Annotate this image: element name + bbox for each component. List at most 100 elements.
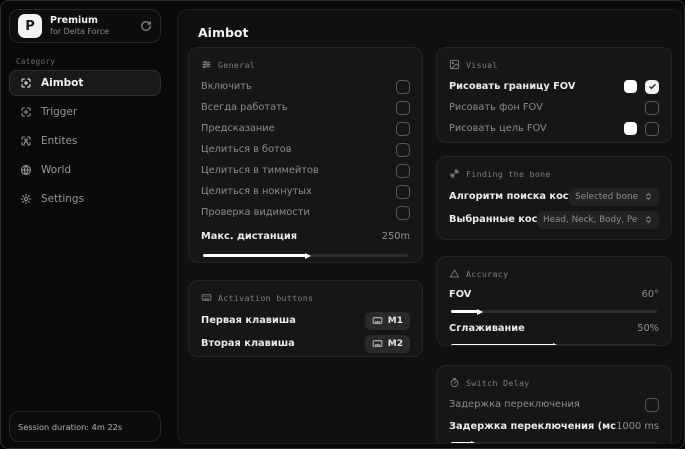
bone-algorithm-select[interactable]: Selected bone — [569, 187, 659, 206]
slider-value: 1000 ms — [616, 420, 659, 432]
slider-fill — [451, 310, 478, 313]
setting-controls — [645, 100, 659, 115]
main-panel: Aimbot General Включить Всегда работать — [177, 9, 682, 444]
prediction-checkbox[interactable] — [396, 121, 410, 136]
setting-row: Проверка видимости — [201, 202, 410, 223]
draw-fov-target-checkbox[interactable] — [645, 121, 659, 136]
section-title: Switch Delay — [466, 377, 530, 388]
setting-label: Целиться в нокнутых — [201, 186, 312, 197]
right-column: Visual Рисовать границу FOV Рисовать фон… — [436, 47, 672, 443]
draw-fov-background-checkbox[interactable] — [645, 100, 659, 115]
sidebar-item-aimbot[interactable]: Aimbot — [9, 70, 161, 96]
smoothing-slider[interactable] — [451, 344, 657, 345]
slider-fill — [451, 344, 554, 345]
brand-title: Premium — [50, 14, 98, 26]
section-title: Accuracy — [466, 268, 509, 279]
unfold-icon — [644, 192, 653, 201]
slider-value: 250m — [381, 231, 410, 242]
setting-label: Задержка переключения — [449, 399, 580, 410]
image-icon — [449, 59, 460, 70]
setting-label: Рисовать границу FOV — [449, 81, 576, 92]
sidebar-item-trigger[interactable]: Trigger — [9, 99, 161, 125]
section-title: Visual — [466, 59, 498, 70]
key-value: M1 — [387, 315, 403, 326]
sidebar-item-label: Settings — [41, 193, 85, 205]
session-duration-card: Session duration: 4m 22s — [9, 411, 161, 442]
setting-controls — [624, 121, 659, 136]
session-duration-text: Session duration: 4m 22s — [18, 421, 123, 432]
setting-row: Целиться в нокнутых — [201, 181, 410, 202]
sidebar-item-settings[interactable]: Settings — [9, 186, 161, 212]
sidebar-item-entites[interactable]: Entites — [9, 128, 161, 154]
max-distance-slider[interactable] — [203, 254, 408, 257]
activation-section-header: Activation buttons — [201, 292, 410, 303]
category-label: Category — [16, 57, 56, 66]
setting-row: Целиться в тиммейтов — [201, 160, 410, 181]
target-teammates-checkbox[interactable] — [396, 163, 410, 178]
sidebar-item-label: World — [41, 164, 72, 176]
switch-delay-checkbox[interactable] — [645, 397, 659, 412]
setting-row: Рисовать цель FOV — [449, 118, 659, 139]
switch-delay-card: Switch Delay Задержка переключения Задер… — [436, 365, 672, 443]
stopwatch-icon — [449, 377, 460, 388]
triangle-icon — [449, 268, 460, 279]
setting-label: Сглаживание — [449, 322, 525, 334]
first-key-button[interactable]: M1 — [364, 311, 410, 330]
always-work-checkbox[interactable] — [396, 100, 410, 115]
setting-label: Рисовать цель FOV — [449, 123, 547, 134]
gear-icon — [20, 193, 32, 205]
switch-delay-section-header: Switch Delay — [449, 377, 659, 388]
sidebar-item-label: Trigger — [41, 106, 78, 118]
fov-border-color-swatch[interactable] — [624, 80, 637, 93]
fov-slider[interactable] — [451, 310, 657, 313]
setting-label: Проверка видимости — [201, 207, 310, 218]
globe-icon — [20, 164, 32, 176]
visual-section-header: Visual — [449, 59, 659, 70]
sidebar-item-world[interactable]: World — [9, 157, 161, 183]
brand-subtitle: for Delta Force — [50, 26, 110, 36]
switch-delay-ms-slider[interactable] — [451, 442, 657, 443]
slider-fill — [451, 442, 472, 443]
setting-label: Рисовать фон FOV — [449, 102, 543, 113]
select-value: Head, Neck, Body, Pe.. — [543, 214, 638, 225]
draw-fov-border-checkbox[interactable] — [645, 79, 659, 94]
selected-bones-select[interactable]: Head, Neck, Body, Pe.. — [537, 210, 659, 229]
fov-target-color-swatch[interactable] — [624, 122, 637, 135]
setting-row: Выбранные кости Head, Neck, Body, Pe.. — [449, 208, 659, 231]
slider-label-row: Макс. дистанция 250m — [201, 226, 410, 247]
sidebar-nav: Aimbot Trigger Entites World Settings — [9, 70, 161, 212]
general-section-header: General — [201, 59, 410, 70]
unfold-icon — [644, 215, 653, 224]
refresh-icon[interactable] — [140, 20, 152, 32]
slider-value: 50% — [637, 322, 659, 334]
second-key-button[interactable]: M2 — [364, 334, 410, 353]
keyboard-icon — [201, 292, 212, 303]
setting-label: Выбранные кости — [449, 214, 537, 225]
section-title: General — [218, 59, 256, 70]
accuracy-card: Accuracy FOV 60° Сглаживание 50% — [436, 256, 672, 346]
accuracy-section-header: Accuracy — [449, 268, 659, 279]
person-scan-icon — [20, 135, 32, 147]
setting-row: Включить — [201, 76, 410, 97]
setting-row: Предсказание — [201, 118, 410, 139]
select-value: Selected bone — [575, 191, 638, 202]
setting-label: FOV — [449, 288, 472, 300]
slider-value: 60° — [641, 288, 659, 300]
target-bots-checkbox[interactable] — [396, 142, 410, 157]
activation-buttons-card: Activation buttons Первая клавиша M1 Вто… — [188, 280, 423, 357]
key-value: M2 — [387, 338, 403, 349]
setting-label: Всегда работать — [201, 102, 288, 113]
crosshair-plus-icon — [20, 106, 32, 118]
visibility-check-checkbox[interactable] — [396, 205, 410, 220]
visual-card: Visual Рисовать границу FOV Рисовать фон… — [436, 47, 672, 143]
setting-label: Первая клавиша — [201, 315, 296, 326]
setting-label: Вторая клавиша — [201, 338, 295, 349]
crosshair-scan-icon — [20, 77, 32, 89]
setting-row: Вторая клавиша M2 — [201, 332, 410, 355]
enable-checkbox[interactable] — [396, 79, 410, 94]
sidebar-item-label: Aimbot — [41, 77, 84, 89]
slider-label-row: Задержка переключения (мс) 1000 ms — [449, 417, 659, 435]
setting-row: Рисовать границу FOV — [449, 76, 659, 97]
target-knocked-checkbox[interactable] — [396, 184, 410, 199]
sidebar-item-label: Entites — [41, 135, 78, 147]
